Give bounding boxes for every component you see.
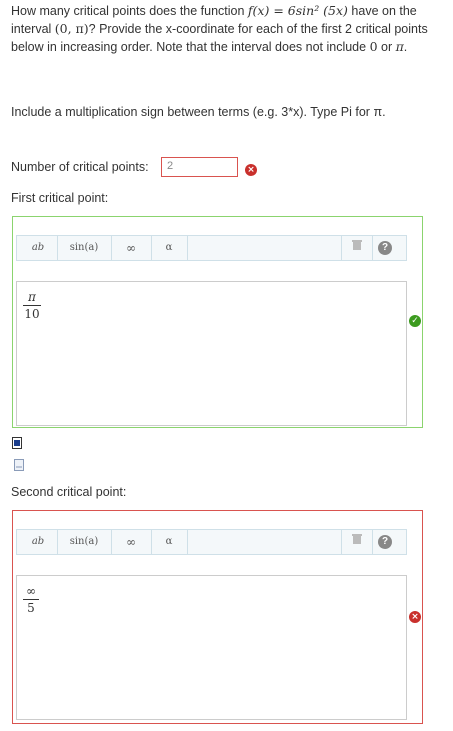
question-text: How many critical points does the functi… <box>11 2 436 56</box>
alpha-button[interactable]: α <box>151 530 188 554</box>
second-numerator: ∞ <box>26 584 36 598</box>
instruction-hint: Include a multiplication sign between te… <box>11 105 386 119</box>
sin-button[interactable]: sin(a) <box>57 236 112 260</box>
num-points-value: 2 <box>167 160 174 172</box>
incorrect-icon: × <box>409 611 421 623</box>
incorrect-icon: × <box>245 164 257 176</box>
trash-icon[interactable] <box>341 236 373 260</box>
second-answer-editor[interactable]: ∞ 5 <box>16 575 407 720</box>
document-icon[interactable] <box>12 437 22 452</box>
sin-button[interactable]: sin(a) <box>57 530 112 554</box>
num-points-label: Number of critical points: <box>11 160 149 174</box>
power-button[interactable]: ab <box>19 530 58 554</box>
power-button[interactable]: ab <box>19 236 58 260</box>
first-denominator: 10 <box>24 307 40 321</box>
first-numerator: π <box>28 290 36 304</box>
alpha-button[interactable]: α <box>151 236 188 260</box>
question-end: . <box>403 40 408 54</box>
zero-symbol: 0 <box>369 39 378 54</box>
first-answer-panel: ab sin(a) ∞ α ? π 10 <box>12 216 423 428</box>
first-point-label: First critical point: <box>11 191 109 205</box>
interval-expression: (0, π) <box>54 21 89 36</box>
first-math-toolbar: ab sin(a) ∞ α ? <box>16 235 407 261</box>
question-part1: How many critical points does the functi… <box>11 4 248 18</box>
second-denominator: 5 <box>27 601 35 615</box>
second-answer-panel: ab sin(a) ∞ α ? ∞ 5 <box>12 510 423 724</box>
num-points-input[interactable]: 2 <box>161 157 238 177</box>
function-expression: f(x) = 6sin² (5x) <box>247 3 348 18</box>
infinity-button[interactable]: ∞ <box>111 236 152 260</box>
infinity-button[interactable]: ∞ <box>111 530 152 554</box>
file-icon[interactable] <box>14 459 24 474</box>
trash-icon[interactable] <box>341 530 373 554</box>
or-text: or <box>377 40 396 54</box>
help-icon[interactable]: ? <box>378 241 392 255</box>
help-icon[interactable]: ? <box>378 535 392 549</box>
correct-icon: ✓ <box>409 315 421 327</box>
first-answer-fraction: π 10 <box>23 290 41 321</box>
pi-symbol: π <box>395 39 404 54</box>
second-point-label: Second critical point: <box>11 485 127 499</box>
second-answer-fraction: ∞ 5 <box>23 584 39 615</box>
second-math-toolbar: ab sin(a) ∞ α ? <box>16 529 407 555</box>
first-answer-editor[interactable]: π 10 <box>16 281 407 426</box>
